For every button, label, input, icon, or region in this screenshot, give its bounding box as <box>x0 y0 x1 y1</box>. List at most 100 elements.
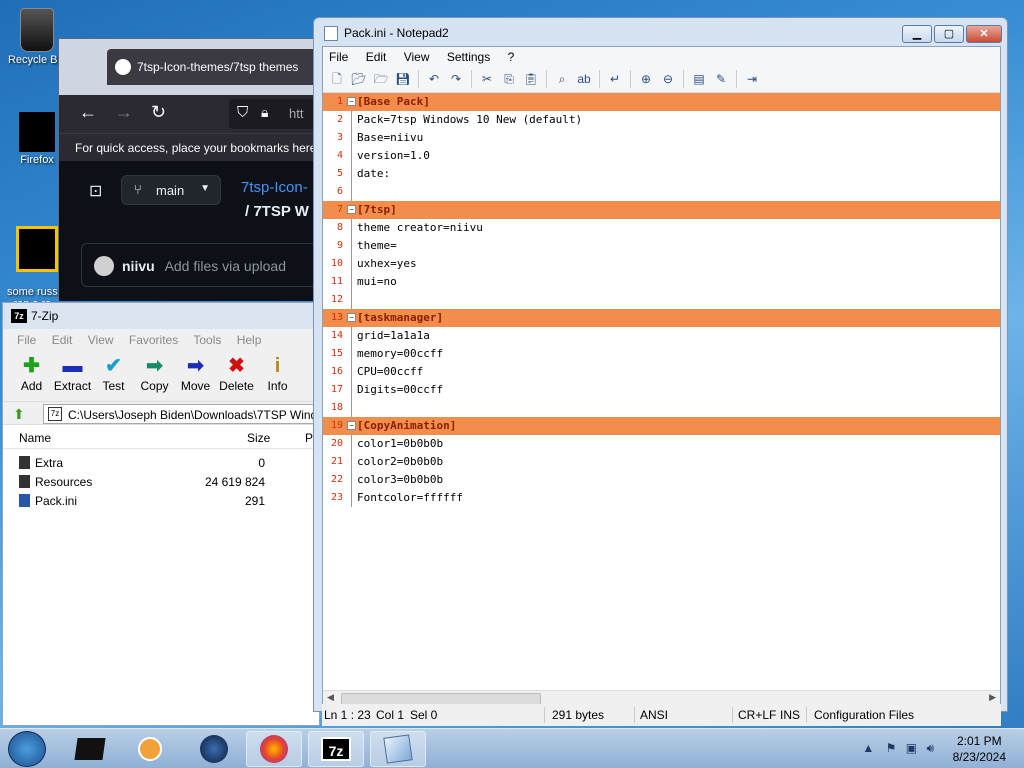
minimize-button[interactable]: ▁ <box>902 25 932 43</box>
save-icon[interactable]: 💾︎ <box>393 70 413 88</box>
find-icon[interactable]: ⌕ <box>552 70 572 88</box>
code-line[interactable]: 17 Digits=00ccff <box>323 381 1000 399</box>
status-ins[interactable]: INS <box>780 708 800 722</box>
fold-toggle-icon[interactable]: − <box>347 97 356 106</box>
show-hidden-icons-icon[interactable]: ▲ <box>862 741 874 755</box>
menu-edit[interactable]: Edit <box>366 50 387 64</box>
extract-button[interactable]: ▬ Extract <box>52 353 93 393</box>
volume-icon[interactable]: 🔊︎ <box>926 741 934 755</box>
code-line[interactable]: 10 uxhex=yes <box>323 255 1000 273</box>
taskbar-firefox[interactable] <box>246 731 302 767</box>
maximize-button[interactable]: ▢ <box>934 25 964 43</box>
code-line[interactable]: 6 <box>323 183 1000 201</box>
code-line[interactable]: 8 theme creator=niivu <box>323 219 1000 237</box>
text-editor[interactable]: 1− [Base Pack] 2 Pack=7tsp Windows 10 New (… <box>323 93 1000 666</box>
status-eol[interactable]: CR+LF <box>738 708 776 722</box>
menu-view[interactable]: View <box>404 50 430 64</box>
menu-help[interactable]: ? <box>508 50 515 64</box>
section-header-line[interactable]: 13− [taskmanager] <box>323 309 1000 327</box>
section-header-line[interactable]: 19− [CopyAnimation] <box>323 417 1000 435</box>
taskbar-media-player[interactable] <box>122 731 178 767</box>
code-line[interactable]: 20 color1=0b0b0b <box>323 435 1000 453</box>
redo-icon[interactable]: ↷ <box>446 70 466 88</box>
cut-icon[interactable]: ✂ <box>477 70 497 88</box>
code-line[interactable]: 4 version=1.0 <box>323 147 1000 165</box>
start-button[interactable] <box>8 731 46 767</box>
fold-toggle-icon[interactable]: − <box>347 421 356 430</box>
menu-settings[interactable]: Settings <box>447 50 490 64</box>
forward-icon[interactable]: → <box>115 102 133 123</box>
zoom-out-icon[interactable]: ⊖ <box>658 70 678 88</box>
column-packed[interactable]: P <box>305 431 313 445</box>
menu-tools[interactable]: Tools <box>193 333 221 347</box>
new-file-icon[interactable]: 🗋 <box>327 70 347 88</box>
code-line[interactable]: 18 <box>323 399 1000 417</box>
code-line[interactable]: 14 grid=1a1a1a <box>323 327 1000 345</box>
zoom-in-icon[interactable]: ⊕ <box>636 70 656 88</box>
code-line[interactable]: 22 color3=0b0b0b <box>323 471 1000 489</box>
customize-scheme-icon[interactable]: ✎ <box>711 70 731 88</box>
notepad2-window[interactable]: Pack.ini - Notepad2 ▁ ▢ ✕ File Edit View… <box>313 17 1008 726</box>
path-field[interactable]: 7z C:\Users\Joseph Biden\Downloads\7TSP … <box>43 404 321 424</box>
code-line[interactable]: 16 CPU=00ccff <box>323 363 1000 381</box>
repo-link[interactable]: 7tsp-Icon- <box>241 179 319 196</box>
menu-help[interactable]: Help <box>237 333 262 347</box>
code-line[interactable]: 12 <box>323 291 1000 309</box>
code-line[interactable]: 5 date: <box>323 165 1000 183</box>
code-line[interactable]: 21 color2=0b0b0b <box>323 453 1000 471</box>
fold-toggle-icon[interactable]: − <box>347 313 356 322</box>
status-encoding[interactable]: ANSI <box>640 708 668 722</box>
section-header-line[interactable]: 7− [7tsp] <box>323 201 1000 219</box>
delete-button[interactable]: ✖ Delete <box>216 353 257 393</box>
undo-icon[interactable]: ↶ <box>424 70 444 88</box>
menu-file[interactable]: File <box>329 50 348 64</box>
info-button[interactable]: i Info <box>257 353 298 393</box>
url-bar[interactable]: ⛉ 🔒︎ htt <box>229 99 321 129</box>
scheme-icon[interactable]: ▤ <box>689 70 709 88</box>
move-button[interactable]: ➡ Move <box>175 353 216 393</box>
paste-icon[interactable]: 📋︎ <box>521 70 541 88</box>
column-size[interactable]: Size <box>247 431 270 445</box>
firefox-window[interactable]: 7tsp-Icon-themes/7tsp themes ← → ↻ ⛉ 🔒︎ … <box>58 38 331 301</box>
taskbar-notepad2[interactable] <box>370 731 426 767</box>
replace-icon[interactable]: ab <box>574 70 594 88</box>
branch-selector[interactable]: ⑂ main ▼ <box>121 175 221 205</box>
latest-commit[interactable]: niivu Add files via upload <box>81 243 331 287</box>
sidebar-toggle-icon[interactable]: ⊡ <box>89 181 102 201</box>
taskbar-7zip[interactable]: 7z <box>308 731 364 767</box>
action-center-icon[interactable]: ⚑ <box>886 741 897 755</box>
code-line[interactable]: 11 mui=no <box>323 273 1000 291</box>
fold-toggle-icon[interactable]: − <box>347 205 356 214</box>
firefox-tab[interactable]: 7tsp-Icon-themes/7tsp themes <box>107 49 321 85</box>
browse-icon[interactable]: 🗁 <box>371 70 391 88</box>
menu-file[interactable]: File <box>17 333 36 347</box>
clock[interactable]: 2:01 PM 8/23/2024 <box>953 733 1006 765</box>
notepad2-titlebar[interactable]: Pack.ini - Notepad2 ▁ ▢ ✕ <box>314 18 1007 46</box>
code-line[interactable]: 23 Fontcolor=ffffff <box>323 489 1000 507</box>
close-button[interactable]: ✕ <box>966 25 1002 43</box>
taskbar-globe[interactable] <box>186 731 242 767</box>
sevenzip-titlebar[interactable]: 7z 7-Zip <box>3 303 319 329</box>
list-item[interactable]: Pack.ini 291 <box>3 491 319 510</box>
section-header-line[interactable]: 1− [Base Pack] <box>323 93 1000 111</box>
copy-button[interactable]: ➡ Copy <box>134 353 175 393</box>
sevenzip-window[interactable]: 7z 7-Zip File Edit View Favorites Tools … <box>2 302 321 726</box>
list-item[interactable]: Resources 24 619 824 <box>3 472 319 491</box>
column-name[interactable]: Name <box>19 431 51 445</box>
copy-icon[interactable]: ⎘ <box>499 70 519 88</box>
folder-up-icon[interactable]: ⬆ <box>13 406 25 423</box>
taskbar-explorer[interactable] <box>62 731 118 767</box>
add-button[interactable]: ✚ Add <box>11 353 52 393</box>
code-line[interactable]: 9 theme= <box>323 237 1000 255</box>
network-icon[interactable]: ▣ <box>906 741 917 755</box>
code-line[interactable]: 3 Base=niivu <box>323 129 1000 147</box>
open-folder-icon[interactable]: 📂︎ <box>349 70 369 88</box>
menu-edit[interactable]: Edit <box>52 333 73 347</box>
word-wrap-icon[interactable]: ↵ <box>605 70 625 88</box>
back-icon[interactable]: ← <box>79 102 97 123</box>
exit-icon[interactable]: ⇥ <box>742 70 762 88</box>
menu-favorites[interactable]: Favorites <box>129 333 178 347</box>
code-line[interactable]: 15 memory=00ccff <box>323 345 1000 363</box>
menu-view[interactable]: View <box>88 333 114 347</box>
status-lexer[interactable]: Configuration Files <box>814 708 914 722</box>
